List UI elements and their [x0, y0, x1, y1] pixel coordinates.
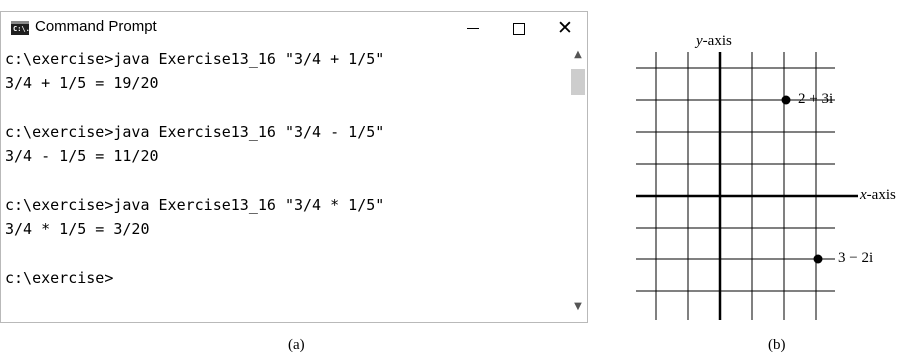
title-bar[interactable]: C:\. Command Prompt ✕ — [1, 12, 587, 45]
point-label: 3 − 2i — [838, 250, 874, 266]
console-line: c:\exercise>java Exercise13_16 "3/4 + 1/… — [5, 50, 385, 68]
console-line: 3/4 + 1/5 = 19/20 — [5, 74, 159, 92]
console-line: c:\exercise>java Exercise13_16 "3/4 * 1/… — [5, 196, 385, 214]
console-prompt: c:\exercise> — [5, 269, 114, 287]
window-title: Command Prompt — [35, 18, 157, 35]
command-prompt-icon: C:\. — [11, 21, 29, 35]
scroll-down-icon[interactable]: ▼ — [569, 301, 587, 317]
x-axis-var: x — [860, 187, 867, 203]
command-prompt-window: C:\. Command Prompt ✕ c:\exercise>java E… — [0, 11, 588, 323]
scroll-up-icon[interactable]: ▲ — [569, 49, 587, 65]
minimize-button[interactable] — [450, 12, 496, 45]
y-axis-var: y — [696, 33, 703, 49]
maximize-icon — [513, 22, 525, 35]
complex-plane-diagram: y-axis x-axis 2 + 3i 3 − 2i — [600, 0, 920, 359]
console-line: 3/4 - 1/5 = 11/20 — [5, 147, 159, 165]
y-axis-label: y-axis — [696, 33, 732, 50]
y-axis-suffix: -axis — [702, 33, 732, 49]
x-axis-suffix: -axis — [866, 187, 896, 203]
point-label: 2 + 3i — [798, 91, 834, 107]
vertical-scrollbar[interactable]: ▲ ▼ — [569, 45, 587, 322]
caption-a: (a) — [288, 337, 305, 353]
console-output[interactable]: c:\exercise>java Exercise13_16 "3/4 + 1/… — [1, 45, 569, 322]
console-line: 3/4 * 1/5 = 3/20 — [5, 220, 150, 238]
complex-plane-grid — [636, 52, 858, 320]
point-2-plus-3i — [781, 95, 791, 105]
close-button[interactable]: ✕ — [542, 12, 588, 45]
point-3-minus-2i — [813, 254, 823, 264]
caption-b: (b) — [768, 337, 786, 353]
close-icon: ✕ — [557, 17, 573, 39]
maximize-button[interactable] — [496, 12, 542, 45]
console-line: c:\exercise>java Exercise13_16 "3/4 - 1/… — [5, 123, 385, 141]
minimize-icon — [467, 28, 479, 29]
scroll-thumb[interactable] — [571, 69, 585, 95]
x-axis-label: x-axis — [860, 187, 896, 204]
